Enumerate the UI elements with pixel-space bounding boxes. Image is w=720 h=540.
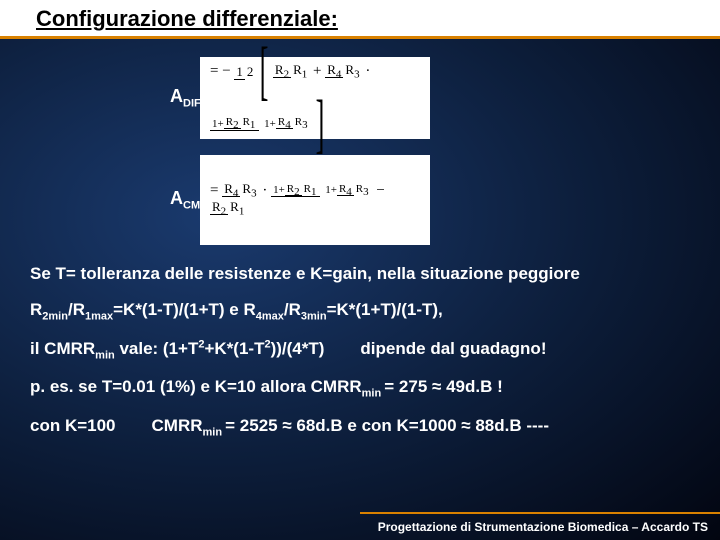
equation-adif-row: ADIF = − 12 [ R2R1 + R4R3 · 1+R2R1 1+R4R… — [30, 57, 690, 139]
rs: 3 — [354, 68, 360, 80]
rs: 4 — [285, 119, 291, 131]
r: R — [224, 181, 233, 196]
bracket-icon: ] — [316, 98, 325, 151]
t: CMRR — [152, 416, 203, 435]
acm-a: A — [170, 188, 183, 208]
rs: 2 — [294, 186, 300, 198]
s: min — [362, 388, 385, 400]
s: min — [203, 426, 226, 438]
frac-n: 1 — [234, 64, 245, 80]
s: 4max — [256, 311, 284, 323]
page-title: Configurazione differenziale: — [0, 0, 720, 39]
adif-a: A — [170, 86, 183, 106]
rs: 1 — [302, 68, 308, 80]
dot: · — [365, 63, 370, 79]
r: R — [304, 183, 311, 195]
footer-text: Progettazione di Strumentazione Biomedic… — [378, 520, 708, 534]
dot: · — [262, 182, 267, 198]
rs: 4 — [336, 68, 342, 80]
plus: + — [313, 63, 321, 79]
rs: 3 — [251, 187, 257, 199]
s: 3min — [301, 311, 327, 323]
bracket-icon: [ — [260, 45, 269, 98]
slide-content: ADIF = − 12 [ R2R1 + R4R3 · 1+R2R1 1+R4R… — [0, 39, 720, 441]
rs: 2 — [284, 68, 290, 80]
line-4: p. es. se T=0.01 (1%) e K=10 allora CMRR… — [30, 374, 690, 402]
r: R — [243, 116, 250, 128]
footer-rule — [360, 512, 720, 514]
r: R — [226, 116, 233, 128]
r: R — [212, 199, 221, 214]
r: R — [327, 62, 336, 77]
adif-label: ADIF — [30, 86, 200, 110]
line-5: con K=100 CMRRmin = 2525 ≈ 68d.B e con K=… — [30, 413, 690, 441]
line-1: Se T= tolleranza delle resistenze e K=ga… — [30, 261, 690, 287]
t: =K*(1-T)/(1+T) e R — [113, 300, 256, 319]
rs: 3 — [363, 186, 369, 198]
line-3: il CMRRmin vale: (1+T2+K*(1-T2))/(4*T)di… — [30, 336, 690, 364]
rs: 2 — [233, 119, 239, 131]
rs: 3 — [302, 119, 308, 131]
r: R — [293, 62, 302, 77]
rs: 2 — [221, 206, 227, 218]
line-2: R2min/R1max=K*(1-T)/(1+T) e R4max/R3min=… — [30, 297, 690, 325]
r: R — [345, 62, 354, 77]
equation-acm-row: ACM = R4R3 · 1+R2R1 1+R4R3 − R2R1 — [30, 155, 690, 245]
rs: 1 — [311, 186, 317, 198]
t: /R — [284, 300, 301, 319]
eq-prefix: = − — [210, 63, 231, 79]
r: R — [295, 116, 302, 128]
acm-label: ACM — [30, 188, 200, 212]
t: /R — [68, 300, 85, 319]
s: min — [95, 349, 115, 361]
minus: − — [376, 182, 384, 198]
t: = 2525 ≈ 68d.B e con K=1000 ≈ 88d.B ---- — [225, 416, 549, 435]
acm-equation-image: = R4R3 · 1+R2R1 1+R4R3 − R2R1 — [200, 155, 430, 245]
r: R — [230, 199, 239, 214]
s: 2min — [42, 311, 68, 323]
t: = 275 ≈ 49d.B ! — [384, 377, 502, 396]
t: il CMRR — [30, 339, 95, 358]
t: con K=100 — [30, 416, 116, 435]
rs: 4 — [233, 187, 239, 199]
t: =K*(1+T)/(1-T), — [327, 300, 443, 319]
body-text: Se T= tolleranza delle resistenze e K=ga… — [30, 261, 690, 441]
t: p. es. se T=0.01 (1%) e K=10 allora CMRR — [30, 377, 362, 396]
t: ))/(4*T) — [271, 339, 325, 358]
r: R — [242, 181, 251, 196]
adif-equation-image: = − 12 [ R2R1 + R4R3 · 1+R2R1 1+R4R3 ] — [200, 57, 430, 139]
frac-d: 2 — [245, 64, 256, 79]
r: R — [275, 62, 284, 77]
t: R — [30, 300, 42, 319]
rs: 1 — [250, 119, 256, 131]
rs: 4 — [346, 186, 352, 198]
rs: 1 — [239, 206, 245, 218]
adif-sub: DIF — [183, 98, 201, 110]
t: dipende dal guadagno! — [360, 339, 546, 358]
acm-sub: CM — [183, 200, 200, 212]
t: vale: (1+T — [115, 339, 199, 358]
s: 1max — [85, 311, 113, 323]
t: +K*(1-T — [204, 339, 264, 358]
eq-prefix: = — [210, 182, 218, 198]
